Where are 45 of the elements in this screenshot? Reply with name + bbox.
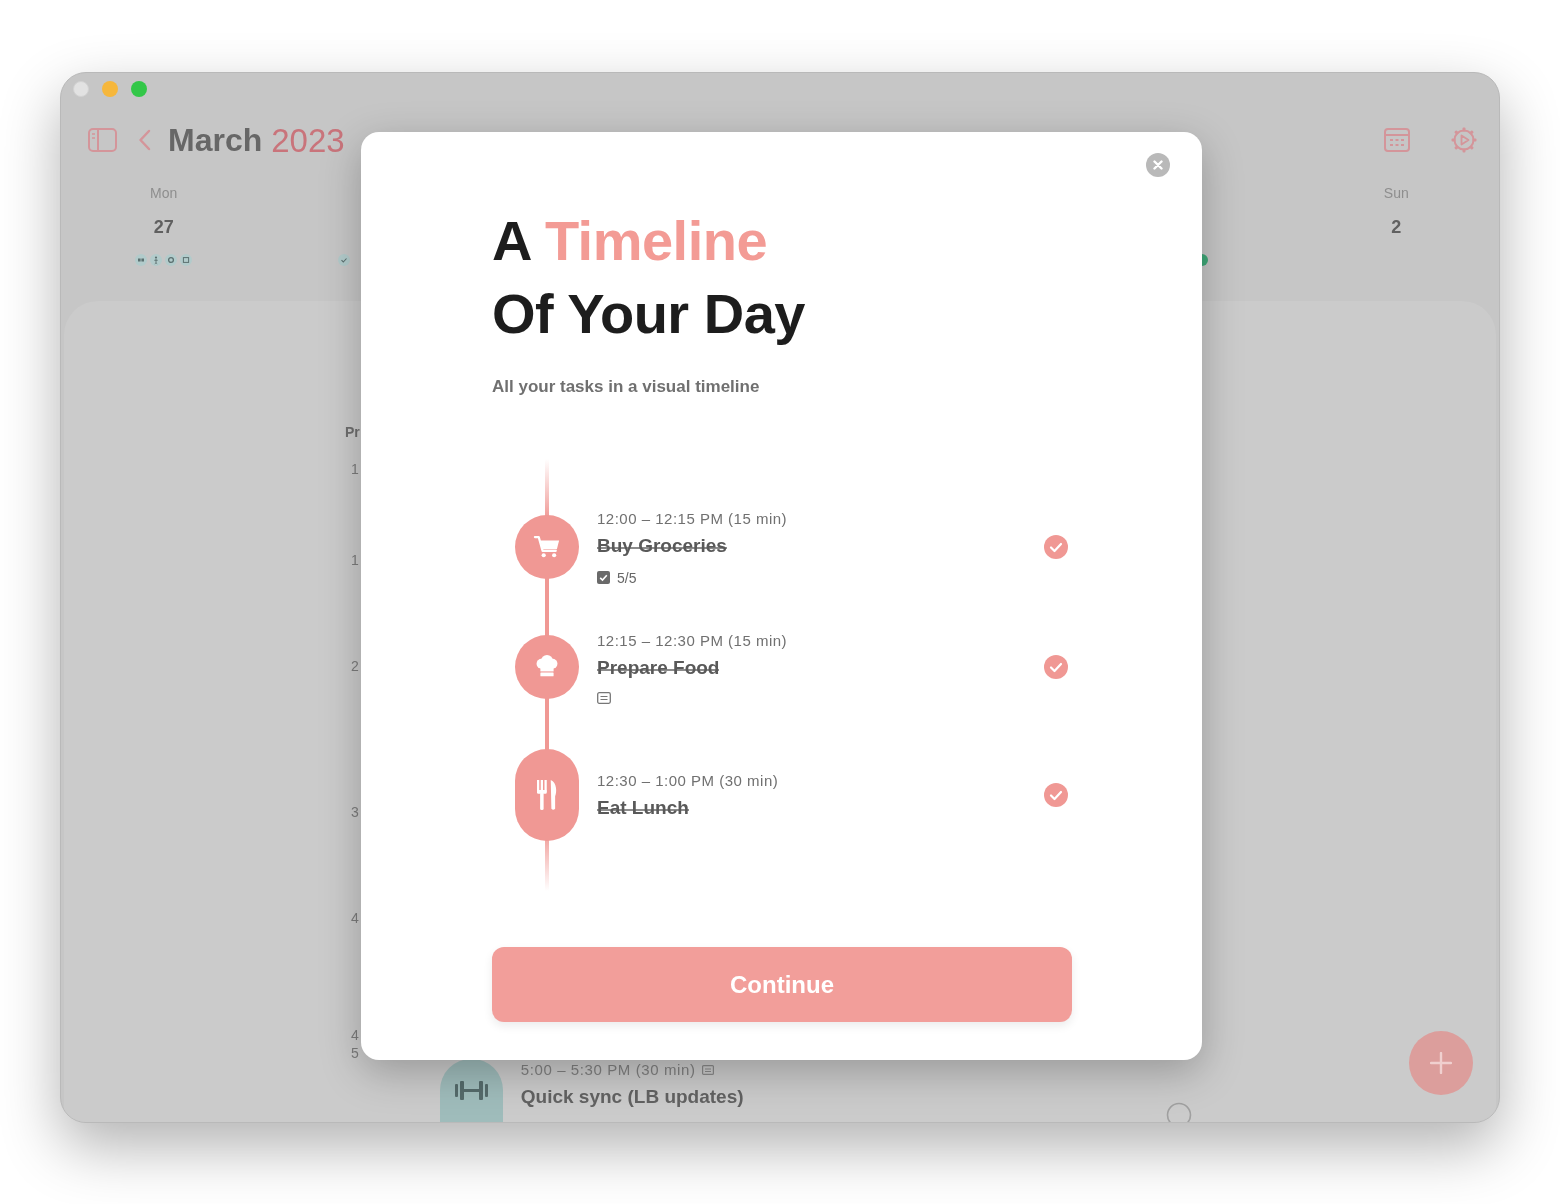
dialog-title: A Timeline Of Your Day — [492, 208, 805, 347]
task-checkbox[interactable] — [1044, 655, 1068, 679]
window-zoom-button[interactable] — [131, 81, 147, 97]
task-checkbox[interactable] — [1044, 783, 1068, 807]
dumbbell-icon — [439, 1059, 503, 1122]
subtask-count: 5/5 — [617, 569, 637, 586]
task-checkbox[interactable] — [1165, 1102, 1192, 1122]
window-close-button[interactable] — [73, 81, 89, 97]
hour-label: 3 — [351, 804, 359, 820]
weekday-label: Mon — [150, 184, 178, 202]
hour-label: 4 — [351, 1027, 359, 1043]
notes-icon — [701, 1065, 714, 1075]
squares-icon — [135, 254, 148, 266]
date-label: 27 — [153, 216, 174, 239]
month-title: March — [168, 124, 263, 156]
task-time: 12:15 – 12:30 PM (15 min) — [597, 630, 788, 651]
close-button[interactable] — [1146, 153, 1170, 177]
weekday-label: Sun — [1383, 184, 1409, 202]
continue-button[interactable]: Continue — [492, 947, 1072, 1022]
person-icon — [150, 254, 163, 266]
hour-label: 2 — [351, 658, 359, 674]
task-title: Quick sync (LB updates) — [520, 1085, 744, 1109]
year-title: 2023 — [271, 123, 345, 157]
task-time: 12:30 – 1:00 PM (30 min) — [597, 770, 779, 791]
hour-label: 1 — [351, 461, 359, 477]
notes-icon — [597, 691, 611, 704]
task-time: 12:00 – 12:15 PM (15 min) — [597, 508, 788, 529]
task-time: 5:00 – 5:30 PM (30 min) — [520, 1061, 696, 1079]
hour-label: 1 — [351, 552, 359, 568]
dialog-subtitle: All your tasks in a visual timeline — [492, 376, 760, 398]
date-label: 2 — [1391, 216, 1402, 239]
chevron-left-icon[interactable] — [138, 129, 151, 151]
check-icon — [338, 254, 351, 266]
calendar-icon[interactable] — [1384, 128, 1410, 152]
close-icon — [1153, 160, 1163, 170]
sidebar-icon[interactable] — [88, 128, 117, 152]
plus-icon — [1429, 1052, 1452, 1074]
window-minimize-button[interactable] — [102, 81, 118, 97]
hour-label: 5 — [351, 1045, 359, 1061]
hour-label: 4 — [351, 910, 359, 926]
column-label: Pr — [345, 424, 360, 440]
task-checkbox[interactable] — [1044, 535, 1068, 559]
gear-icon[interactable] — [1451, 127, 1477, 153]
dot-icon — [165, 254, 178, 266]
calendar-icon — [180, 254, 193, 266]
